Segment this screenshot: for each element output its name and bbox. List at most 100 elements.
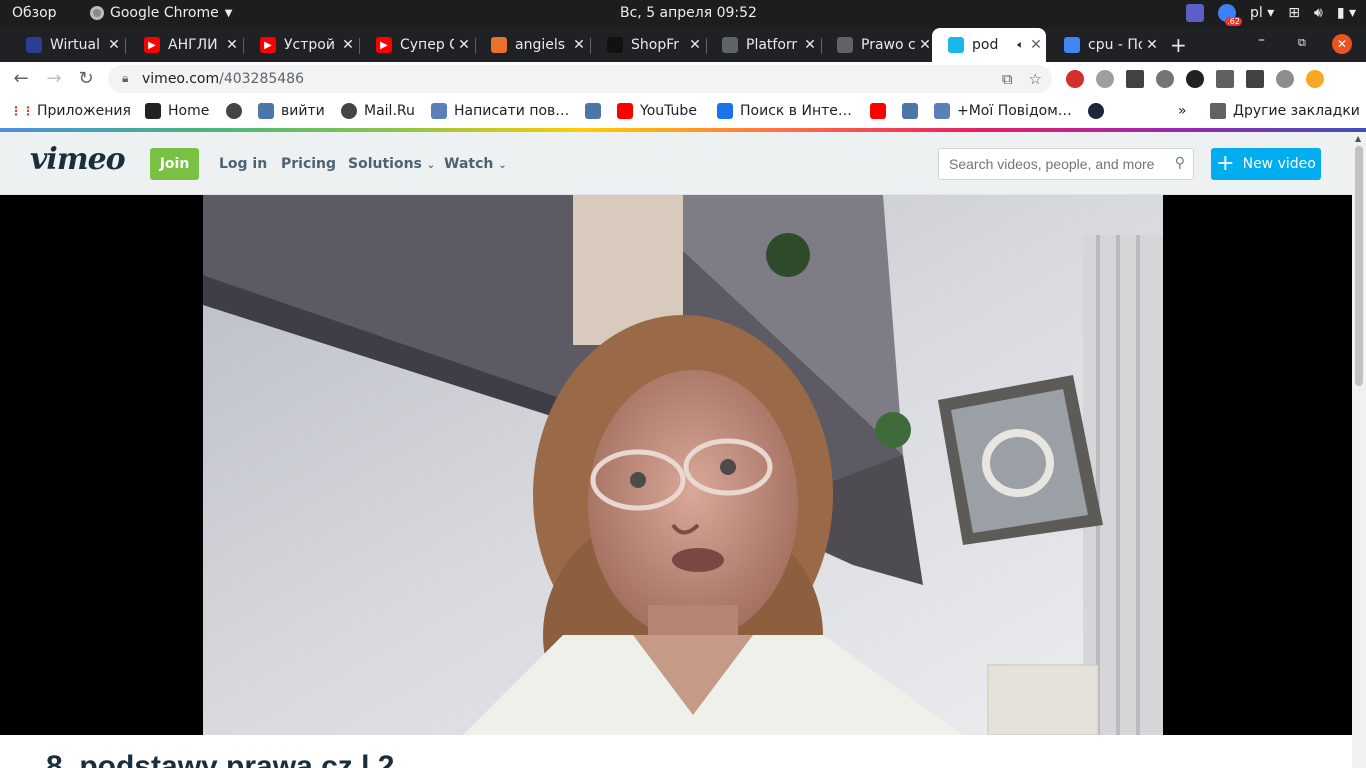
clock[interactable]: Вс, 5 апреля 09:52 [620, 5, 757, 21]
maximize-button[interactable]: ⧉ [1298, 36, 1306, 50]
tab-5[interactable]: ShopFr ✕ [591, 30, 705, 60]
bookmark-8[interactable]: Поиск в Инте… [717, 103, 852, 119]
apps-grid-icon: ⋮⋮ [10, 104, 34, 118]
close-window-button[interactable]: ✕ [1332, 34, 1352, 54]
activities-button[interactable]: Обзор [12, 5, 57, 21]
watch-label: Watch [444, 156, 494, 172]
profile-avatar[interactable] [1276, 70, 1294, 88]
bookmark-5[interactable]: Написати пов… [431, 103, 569, 119]
teams-icon[interactable] [1185, 4, 1204, 22]
close-tab-icon[interactable]: ✕ [454, 37, 474, 53]
pricing-link[interactable]: Pricing [281, 156, 336, 172]
forward-button[interactable]: → [43, 68, 65, 90]
chat-icon [934, 103, 950, 119]
keyboard-layout[interactable]: pl ▾ [1250, 5, 1274, 21]
volume-icon[interactable]: 🔊︎ [1314, 5, 1323, 21]
key-extension-icon[interactable] [1246, 70, 1264, 88]
video-content-image [203, 195, 1163, 735]
new-video-button[interactable]: + New video [1211, 148, 1321, 180]
vimeo-header: vimeo Join Log in Pricing Solutions ⌄ Wa… [0, 132, 1352, 195]
close-tab-icon[interactable]: ✕ [800, 37, 820, 53]
lock-icon[interactable]: 🔒︎ [122, 71, 128, 86]
tab-title: Prawo c [861, 37, 915, 53]
globe-extension-icon[interactable] [1096, 70, 1114, 88]
close-tab-icon[interactable]: ✕ [1026, 37, 1046, 53]
tab-0[interactable]: Wirtual ✕ [10, 30, 124, 60]
bookmark-star-icon[interactable]: ☆ [1029, 70, 1042, 88]
login-link[interactable]: Log in [219, 156, 267, 172]
tab-title: ShopFr [631, 37, 680, 53]
tab-2[interactable]: ▶ Устрой ✕ [244, 30, 358, 60]
bookmark-4[interactable]: Mail.Ru [341, 103, 415, 119]
chevron-down-icon: ⌄ [426, 160, 436, 171]
video-player[interactable] [0, 195, 1352, 735]
new-tab-button[interactable]: + [1170, 33, 1187, 57]
solutions-label: Solutions [348, 156, 422, 172]
network-icon[interactable]: ⊞ [1288, 5, 1300, 21]
bookmark-11[interactable]: +Мої Повідом… [934, 103, 1072, 119]
bookmark-7[interactable]: YouTube [617, 103, 697, 119]
join-button[interactable]: Join [150, 148, 199, 180]
folder-icon [1210, 103, 1226, 119]
gnome-extension-icon[interactable] [1186, 70, 1204, 88]
scrollbar-thumb[interactable] [1355, 146, 1363, 386]
chrome-icon [90, 6, 104, 20]
watch-menu[interactable]: Watch ⌄ [444, 156, 507, 172]
vimeo-page: vimeo Join Log in Pricing Solutions ⌄ Wa… [0, 132, 1352, 768]
vk-icon [902, 103, 918, 119]
search-box[interactable]: ⚲ [938, 148, 1194, 180]
tab-7[interactable]: Prawo c ✕ [821, 30, 935, 60]
bookmark-label: Приложения [37, 103, 131, 119]
notification-badge-icon[interactable]: .62 [1217, 4, 1242, 26]
dots-extension-icon[interactable] [1126, 70, 1144, 88]
audio-playing-icon[interactable]: 🔈︎ [1017, 38, 1024, 52]
url-text[interactable]: vimeo.com/403285486 [142, 71, 304, 87]
bookmark-6[interactable] [585, 103, 608, 119]
tab-6[interactable]: Platforr ✕ [706, 30, 820, 60]
reload-button[interactable]: ↻ [75, 68, 97, 90]
youtube-icon: ▶ [376, 37, 392, 53]
other-bookmarks[interactable]: Другие закладки [1210, 103, 1360, 119]
bookmark-2[interactable] [226, 103, 249, 119]
battery-icon[interactable]: ▮ ▾ [1337, 5, 1356, 21]
bookmark-12[interactable] [1088, 103, 1111, 119]
bookmark-9[interactable] [870, 103, 893, 119]
tab-1[interactable]: ▶ АНГЛИ ✕ [128, 30, 242, 60]
page-scrollbar[interactable]: ▲ [1352, 132, 1366, 768]
app-menu[interactable]: Google Chrome ▼ [90, 5, 232, 21]
search-icon[interactable]: ⚲ [1175, 155, 1185, 171]
angular-icon [607, 37, 623, 53]
tab-8[interactable]: pod 🔈︎ ✕ [932, 28, 1046, 62]
bookmark-1[interactable]: Home [145, 103, 209, 119]
video-frame[interactable] [203, 195, 1163, 735]
scroll-up-icon[interactable]: ▲ [1355, 134, 1361, 143]
tab-3[interactable]: ▶ Супер С ✕ [360, 30, 474, 60]
tab-9[interactable]: cpu - По ✕ [1048, 30, 1162, 60]
media-extension-icon[interactable] [1216, 70, 1234, 88]
close-tab-icon[interactable]: ✕ [104, 37, 124, 53]
darkmode-extension-icon[interactable] [1156, 70, 1174, 88]
chevron-down-icon: ▼ [224, 7, 233, 19]
minimize-button[interactable]: – [1258, 32, 1265, 48]
close-tab-icon[interactable]: ✕ [338, 37, 358, 53]
solutions-menu[interactable]: Solutions ⌄ [348, 156, 435, 172]
extensions-area [1066, 70, 1324, 88]
close-tab-icon[interactable]: ✕ [1142, 37, 1162, 53]
vk-icon [258, 103, 274, 119]
search-input[interactable] [949, 156, 1159, 172]
bookmarks-overflow-button[interactable]: » [1178, 103, 1187, 119]
close-tab-icon[interactable]: ✕ [569, 37, 589, 53]
tab-4[interactable]: angiels ✕ [475, 30, 589, 60]
address-bar[interactable]: 🔒︎ vimeo.com/403285486 ⧉ ☆ [108, 65, 1052, 93]
translate-icon[interactable]: ⧉ [1002, 70, 1013, 88]
back-button[interactable]: ← [10, 68, 32, 90]
close-tab-icon[interactable]: ✕ [222, 37, 242, 53]
bookmark-0[interactable]: ⋮⋮ Приложения [10, 103, 131, 119]
close-tab-icon[interactable]: ✕ [685, 37, 705, 53]
vimeo-logo[interactable]: vimeo [30, 142, 126, 177]
bookmark-10[interactable] [902, 103, 925, 119]
bookmark-label: вийти [281, 103, 325, 119]
bookmark-3[interactable]: вийти [258, 103, 325, 119]
adblock-extension-icon[interactable] [1066, 70, 1084, 88]
update-alert-icon[interactable] [1306, 70, 1324, 88]
